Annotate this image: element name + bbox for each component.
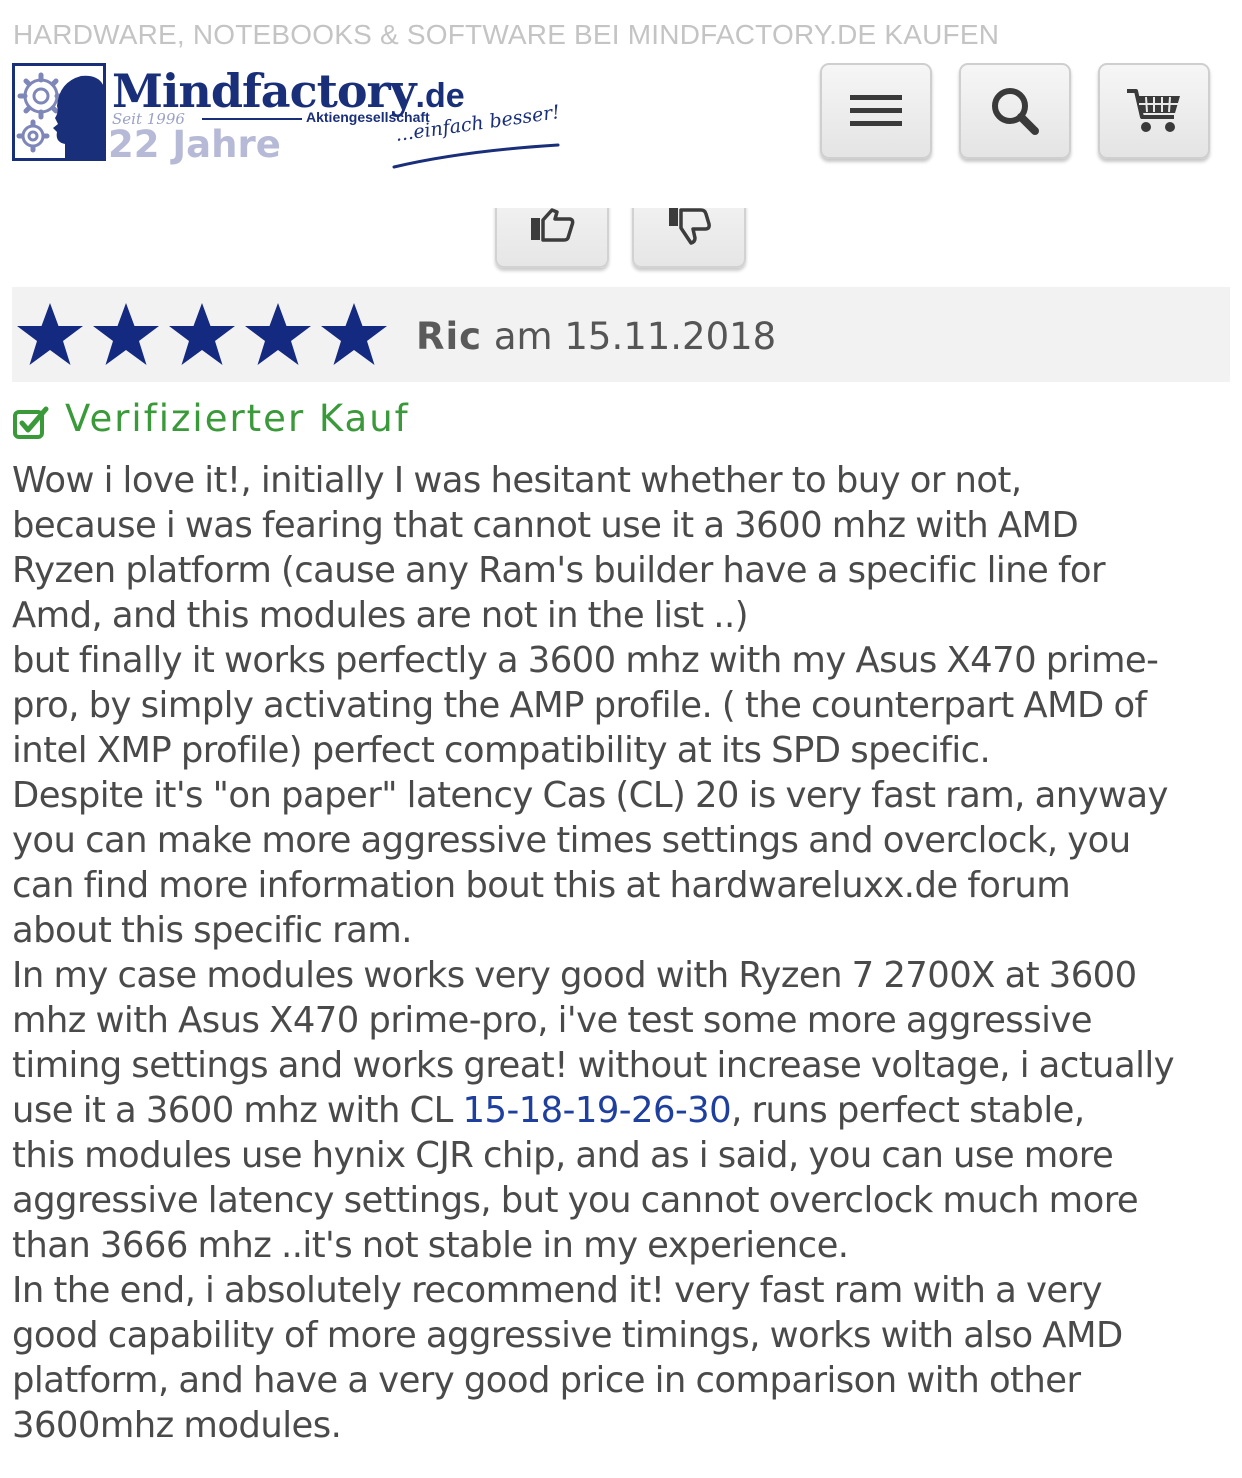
timing-text-before: use it a 3600 mhz with CL <box>12 1090 463 1131</box>
search-icon <box>992 88 1039 135</box>
review-line: you can make more aggressive times setti… <box>12 820 1131 861</box>
timing-text-after: , runs perfect stable, <box>731 1090 1085 1131</box>
review-line: In the end, i absolutely recommend it! v… <box>12 1270 1103 1311</box>
menu-button[interactable] <box>820 63 932 159</box>
star-filled-icon <box>321 303 387 365</box>
review-line: this modules use hynix CJR chip, and as … <box>12 1135 1114 1176</box>
review-text: Wow i love it!, initially I was hesitant… <box>12 458 1234 1448</box>
review-vote-buttons <box>480 208 770 278</box>
review-meta: Ric am 15.11.2018 <box>416 315 776 358</box>
review-line: timing settings and works great! without… <box>12 1045 1175 1086</box>
review-line: 3600mhz modules. <box>12 1405 342 1446</box>
search-button[interactable] <box>959 63 1071 159</box>
logo-swoosh-icon <box>392 143 560 169</box>
review-line: Despite it's "on paper" latency Cas (CL)… <box>12 775 1168 816</box>
logo-gear-head-icon <box>12 63 106 161</box>
star-filled-icon <box>245 303 311 365</box>
helpful-vote-button[interactable] <box>495 208 609 268</box>
review-line: intel XMP profile) perfect compatibility… <box>12 730 991 771</box>
review-line: mhz with Asus X470 prime-pro, i've test … <box>12 1000 1093 1041</box>
review-line: because i was fearing that cannot use it… <box>12 505 1079 546</box>
shopping-cart-icon <box>1127 89 1180 132</box>
verified-purchase-label: Verifizierter Kauf <box>65 397 410 440</box>
review-line: than 3666 mhz ..it's not stable in my ex… <box>12 1225 849 1266</box>
review-author: Ric <box>416 315 483 358</box>
thumbs-up-icon <box>531 208 575 242</box>
review-line: Amd, and this modules are not in the lis… <box>12 595 749 636</box>
star-filled-icon <box>17 303 83 365</box>
review-line: platform, and have a very good price in … <box>12 1360 1081 1401</box>
star-filled-icon <box>93 303 159 365</box>
review-line: about this specific ram. <box>12 910 412 951</box>
review-line: but finally it works perfectly a 3600 mh… <box>12 640 1159 681</box>
unhelpful-vote-button[interactable] <box>632 208 746 268</box>
verified-purchase-badge: Verifizierter Kauf <box>13 397 410 440</box>
mindfactory-logo[interactable]: Mindfactory.de Seit 1996 Aktiengesellsch… <box>12 63 562 171</box>
review-date: 15.11.2018 <box>564 315 777 358</box>
review-line: pro, by simply activating the AMP profil… <box>12 685 1147 726</box>
hamburger-menu-icon <box>850 95 902 126</box>
checkbox-checked-icon <box>13 406 49 439</box>
star-rating <box>14 299 394 369</box>
review-line: In my case modules works very good with … <box>12 955 1137 996</box>
review-line: Wow i love it!, initially I was hesitant… <box>12 460 1022 501</box>
review-line: aggressive latency settings, but you can… <box>12 1180 1139 1221</box>
review-date-prefix: am <box>493 315 553 358</box>
review-line: Ryzen platform (cause any Ram's builder … <box>12 550 1106 591</box>
logo-divider <box>202 118 302 120</box>
thumbs-down-icon <box>669 208 711 245</box>
star-filled-icon <box>169 303 235 365</box>
logo-anniversary: 22 Jahre <box>108 123 281 166</box>
timings-link[interactable]: 15-18-19-26-30 <box>463 1090 732 1131</box>
review-line: can find more information bout this at h… <box>12 865 1071 906</box>
review-header: Ric am 15.11.2018 <box>12 287 1230 382</box>
cart-button[interactable] <box>1098 63 1210 159</box>
review-line: good capability of more aggressive timin… <box>12 1315 1123 1356</box>
review-line-timings: use it a 3600 mhz with CL 15-18-19-26-30… <box>12 1088 1234 1133</box>
site-tagline: HARDWARE, NOTEBOOKS & SOFTWARE BEI MINDF… <box>13 19 1000 50</box>
